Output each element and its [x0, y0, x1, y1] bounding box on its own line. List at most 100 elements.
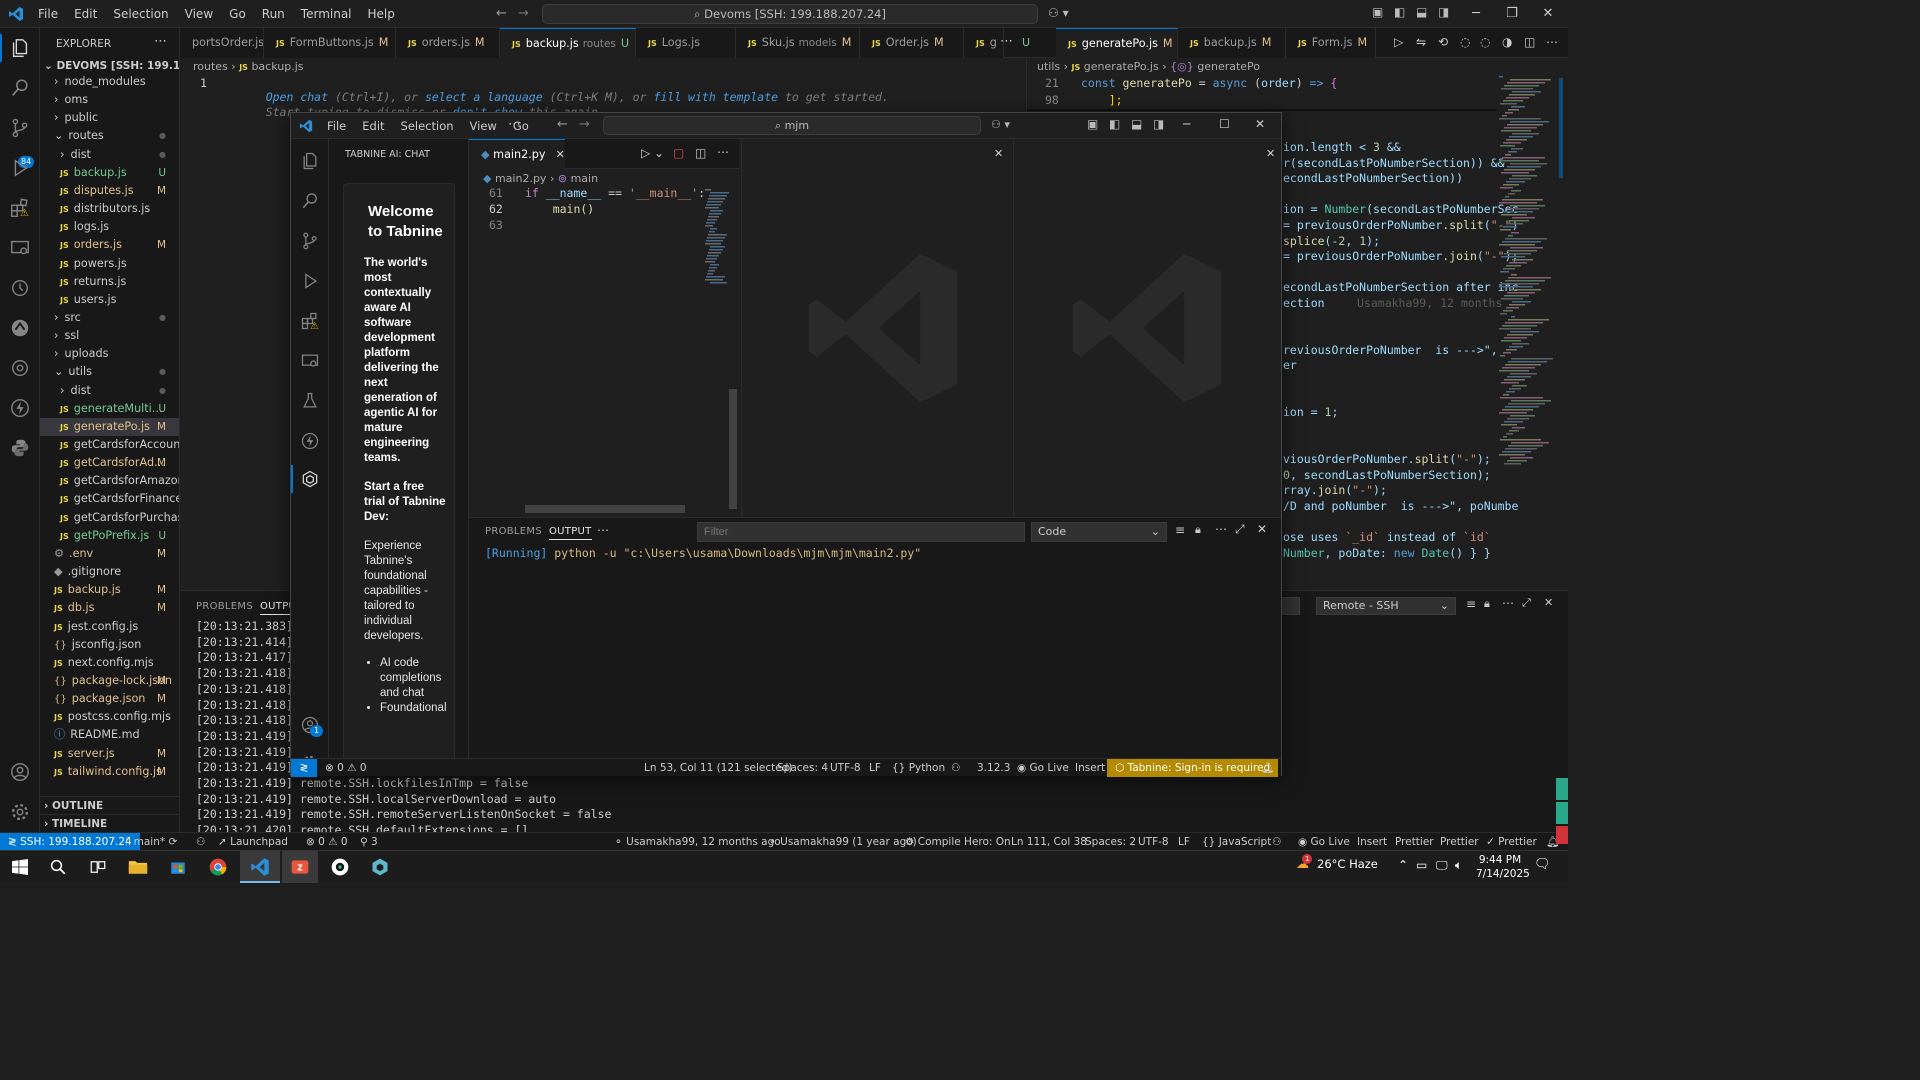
- insert-mode[interactable]: Insert: [1357, 833, 1387, 851]
- testing-flask-icon[interactable]: [298, 389, 322, 413]
- notifications-bell-icon[interactable]: 🔔︎: [1261, 759, 1274, 777]
- more-menu-icon[interactable]: ⋯: [508, 117, 521, 132]
- search-icon[interactable]: [298, 189, 322, 213]
- lock-scroll-icon[interactable]: 🔒︎: [1484, 597, 1490, 611]
- tab-form-js[interactable]: JS Form.js M: [1286, 28, 1376, 58]
- customize-layout-icon[interactable]: ▣: [1087, 117, 1098, 131]
- tree-item[interactable]: JS tailwind.config.js M: [40, 763, 179, 781]
- edge-widget[interactable]: [1556, 802, 1568, 824]
- explorer-icon[interactable]: [8, 36, 32, 60]
- tab-backup-js[interactable]: JSbackup.jsroutesU✕: [500, 28, 636, 58]
- tree-item[interactable]: JS users.js: [40, 291, 179, 309]
- toggle-secondary-sidebar-icon[interactable]: ◨: [1438, 5, 1449, 19]
- volume-icon[interactable]: 🔈︎: [1455, 858, 1462, 873]
- close-window-button[interactable]: ✕: [1255, 117, 1265, 131]
- search-icon[interactable]: [8, 76, 32, 100]
- live-share-icon[interactable]: [8, 316, 32, 340]
- toggle-primary-sidebar-icon[interactable]: ◧: [1394, 5, 1405, 19]
- accounts-icon[interactable]: ⚇: [196, 833, 205, 851]
- timeline-icon[interactable]: [8, 276, 32, 300]
- menu-selection[interactable]: Selection: [105, 0, 176, 28]
- menu-view[interactable]: View: [177, 0, 221, 28]
- gitlens-icon[interactable]: ◑: [1502, 35, 1512, 49]
- menu-edit[interactable]: Edit: [66, 0, 105, 28]
- file-explorer-icon[interactable]: [126, 855, 150, 879]
- toggle-primary-sidebar-icon[interactable]: ◧: [1109, 117, 1120, 131]
- remote-explorer-icon[interactable]: [8, 236, 32, 260]
- workspace-root[interactable]: ⌄ DEVOMS [SSH: 199.188.20...: [44, 60, 179, 72]
- explorer-icon[interactable]: [298, 149, 322, 173]
- tree-item[interactable]: JS getCardsforFinance.js: [40, 490, 179, 508]
- remote-indicator[interactable]: ≷ SSH: 199.188.207.24: [0, 833, 140, 851]
- tab-backup-js[interactable]: JS backup.js M: [1178, 28, 1286, 58]
- end-of-line[interactable]: LF: [1178, 833, 1190, 851]
- vscode-logo-icon[interactable]: [8, 6, 24, 22]
- menu-go[interactable]: Go: [221, 0, 254, 28]
- tree-item[interactable]: › src ●: [40, 309, 179, 327]
- menu-file[interactable]: File: [319, 113, 354, 139]
- compile-hero-status[interactable]: ⚙ Compile Hero: On: [905, 833, 1011, 851]
- network-icon[interactable]: 🖵︎: [1436, 858, 1448, 873]
- minimap[interactable]: [703, 187, 729, 287]
- tree-item[interactable]: {} jsconfig.json: [40, 636, 179, 654]
- more-actions-icon[interactable]: ⋯: [717, 145, 729, 159]
- menu-file[interactable]: File: [30, 0, 66, 28]
- thunder-client-icon[interactable]: [8, 396, 32, 420]
- tree-item[interactable]: JS getCardsforAd... M: [40, 454, 179, 472]
- edge-widget[interactable]: [1556, 826, 1568, 844]
- indentation[interactable]: Spaces: 4: [777, 759, 828, 777]
- prettier-status[interactable]: ✓ Prettier: [1486, 833, 1537, 851]
- filter-input[interactable]: [697, 522, 1025, 542]
- problems-status[interactable]: ⊗ 0 ⚠ 0: [325, 759, 367, 777]
- close-panel-icon[interactable]: ✕: [1544, 596, 1553, 609]
- tree-item[interactable]: › dist ●: [40, 382, 179, 400]
- tree-item[interactable]: JS server.js M: [40, 745, 179, 763]
- encoding[interactable]: UTF-8: [1138, 833, 1169, 851]
- stop-icon[interactable]: ▢: [673, 146, 684, 160]
- tree-item[interactable]: › oms: [40, 91, 179, 109]
- outline-section[interactable]: › OUTLINE: [40, 796, 179, 814]
- go-live-button[interactable]: ◉ Go Live: [1298, 833, 1350, 851]
- gitlens-icon[interactable]: [8, 356, 32, 380]
- copilot-app-icon[interactable]: [328, 855, 352, 879]
- tree-item[interactable]: JS distributors.js: [40, 200, 179, 218]
- tree-item[interactable]: › ssl: [40, 327, 179, 345]
- menu-run[interactable]: Run: [254, 0, 293, 28]
- compare-icon[interactable]: ⇋: [1416, 35, 1426, 49]
- command-center-search[interactable]: ⌕ Devoms [SSH: 199.188.207.24]: [542, 4, 1038, 24]
- menu-terminal[interactable]: Terminal: [293, 0, 360, 28]
- tab-sku-js[interactable]: JS Sku.js models M: [736, 28, 860, 58]
- tree-item[interactable]: JS generateMulti... U: [40, 400, 179, 418]
- store-icon[interactable]: [166, 855, 190, 879]
- lock-scroll-icon[interactable]: 🔒︎: [1195, 523, 1201, 537]
- tree-item[interactable]: JS generatePo.js M: [40, 417, 179, 436]
- git-blame-line[interactable]: ⚬ Usamakha99, 12 months ago: [614, 833, 781, 851]
- forward-arrow-icon[interactable]: →: [518, 6, 529, 21]
- task-view-icon[interactable]: [86, 855, 110, 879]
- maximize-panel-icon[interactable]: ⤢: [1522, 596, 1531, 610]
- tab-order-js[interactable]: JS Order.js M: [860, 28, 964, 58]
- forward-arrow-icon[interactable]: →: [579, 117, 590, 132]
- tree-item[interactable]: JS getCardsforAmazon.js: [40, 472, 179, 490]
- tree-item[interactable]: JS jest.config.js: [40, 618, 179, 636]
- weather-widget[interactable]: ☁ 1 26°C Haze: [1296, 854, 1378, 872]
- maximize-panel-icon[interactable]: ⤢: [1235, 522, 1245, 537]
- close-group-icon[interactable]: ✕: [994, 147, 1003, 160]
- launchpad-button[interactable]: ➚ Launchpad: [218, 833, 288, 851]
- tree-item[interactable]: JS returns.js: [40, 273, 179, 291]
- breadcrumb-file[interactable]: generatePo.js: [1084, 60, 1159, 73]
- breadcrumb-file[interactable]: backup.js: [251, 60, 303, 73]
- tabnine-status[interactable]: ⬡ Tabnine: Sign-in is required: [1107, 759, 1279, 777]
- menu-help[interactable]: Help: [360, 0, 403, 28]
- settings-gear-icon[interactable]: [8, 800, 32, 824]
- search-icon[interactable]: [46, 855, 70, 879]
- tree-item[interactable]: JS powers.js: [40, 255, 179, 273]
- indentation[interactable]: Spaces: 2: [1085, 833, 1136, 851]
- run-python-icon[interactable]: ▷ ⌄: [641, 146, 664, 160]
- cursor-position[interactable]: Ln 53, Col 11 (121 selected): [644, 759, 792, 777]
- tree-item[interactable]: JS backup.js M: [40, 581, 179, 599]
- breadcrumb-folder[interactable]: utils: [1037, 60, 1060, 73]
- tree-item[interactable]: JS postcss.config.mjs: [40, 708, 179, 726]
- tab-formbuttons-js[interactable]: JS FormButtons.js M: [264, 28, 396, 58]
- more-actions-icon[interactable]: ⋯: [1215, 522, 1227, 536]
